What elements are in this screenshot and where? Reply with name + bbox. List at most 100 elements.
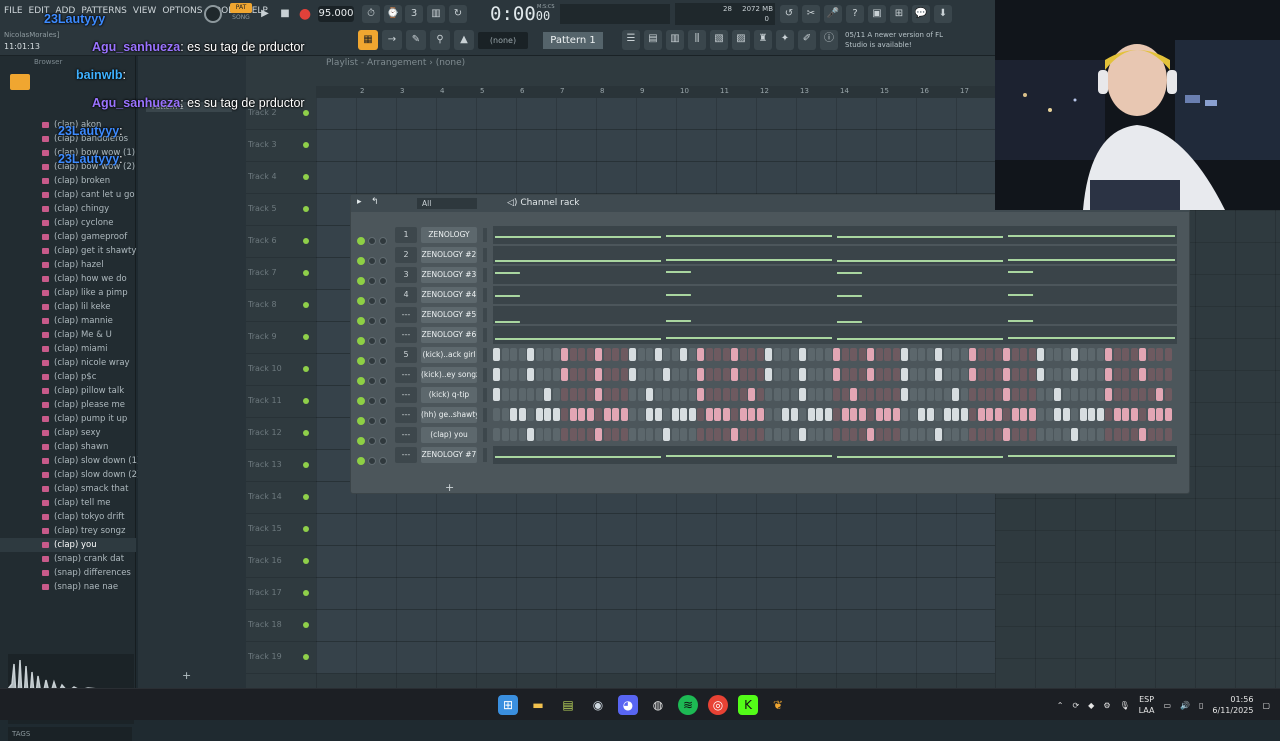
browser-item[interactable]: (clap) smack that (0, 482, 136, 496)
step-button[interactable] (994, 348, 1002, 361)
step-button[interactable] (1088, 388, 1095, 401)
tray-app-icon[interactable]: ◆ (1088, 701, 1094, 710)
step-button[interactable] (1105, 368, 1112, 381)
step-button[interactable] (935, 348, 942, 361)
track-lane[interactable] (316, 642, 995, 673)
channel-leds[interactable] (357, 370, 391, 385)
step-button[interactable] (1045, 408, 1053, 421)
step-button[interactable] (731, 388, 738, 401)
step-button[interactable] (1020, 368, 1027, 381)
step-button[interactable] (1020, 428, 1027, 441)
step-button[interactable] (552, 348, 560, 361)
step-button[interactable] (552, 368, 560, 381)
step-button[interactable] (765, 348, 772, 361)
step-button[interactable] (799, 348, 806, 361)
step-button[interactable] (850, 428, 857, 441)
step-button[interactable] (1011, 348, 1019, 361)
channel-row[interactable]: 5 (kick)..ack girl (357, 346, 1187, 365)
channel-leds[interactable] (357, 430, 391, 445)
step-button[interactable] (850, 368, 857, 381)
step-button[interactable] (799, 388, 806, 401)
step-button[interactable] (1139, 348, 1146, 361)
track-name[interactable]: Track 19 (248, 652, 308, 661)
step-button[interactable] (629, 388, 636, 401)
channel-mute-led[interactable] (357, 237, 365, 245)
browser-item[interactable]: (snap) differences (0, 566, 136, 580)
step-button[interactable] (765, 428, 772, 441)
step-button[interactable] (1147, 408, 1155, 421)
step-button[interactable] (892, 428, 900, 441)
step-button[interactable] (544, 388, 551, 401)
help-icon[interactable]: ? (846, 5, 864, 23)
step-button[interactable] (901, 408, 908, 421)
track-mute-led[interactable] (303, 462, 309, 468)
piano-roll-preview[interactable] (493, 326, 1177, 344)
channel-name-button[interactable]: (kick) q-tip (421, 387, 477, 403)
step-button[interactable] (671, 428, 679, 441)
step-button[interactable] (1037, 388, 1044, 401)
step-button[interactable] (629, 348, 636, 361)
step-button[interactable] (620, 408, 628, 421)
step-button[interactable] (1164, 388, 1172, 401)
step-button[interactable] (501, 348, 509, 361)
tempo-display[interactable]: 95.000 (318, 6, 354, 22)
step-button[interactable] (535, 408, 543, 421)
channel-select[interactable] (483, 428, 487, 442)
channel-volume-knob[interactable] (379, 457, 387, 465)
step-button[interactable] (697, 348, 704, 361)
channel-name-button[interactable]: ZENOLOGY (421, 227, 477, 243)
browser-item[interactable]: (clap) lil keke (0, 300, 136, 314)
step-button[interactable] (969, 388, 976, 401)
step-button[interactable] (1028, 428, 1036, 441)
step-button[interactable] (1037, 408, 1044, 421)
step-button[interactable] (1037, 368, 1044, 381)
step-button[interactable] (637, 348, 645, 361)
browser-item[interactable]: (clap) chingy (0, 202, 136, 216)
step-button[interactable] (722, 428, 730, 441)
step-button[interactable] (1079, 408, 1087, 421)
step-button[interactable] (960, 368, 968, 381)
step-button[interactable] (569, 428, 577, 441)
track-mute-led[interactable] (303, 110, 309, 116)
channel-filter[interactable]: All (417, 198, 477, 209)
step-button[interactable] (1079, 348, 1087, 361)
step-button[interactable] (858, 428, 866, 441)
step-button[interactable] (595, 428, 602, 441)
chat-icon[interactable]: 💬 (912, 5, 930, 23)
channel-pan-knob[interactable] (368, 337, 376, 345)
step-button[interactable] (833, 388, 840, 401)
channel-pan-knob[interactable] (368, 377, 376, 385)
step-button[interactable] (969, 428, 976, 441)
language-indicator[interactable]: ESP LAA (1139, 694, 1155, 716)
step-button[interactable] (646, 408, 653, 421)
channel-pan-knob[interactable] (368, 437, 376, 445)
step-button[interactable] (994, 428, 1002, 441)
step-button[interactable] (561, 428, 568, 441)
step-button[interactable] (671, 388, 679, 401)
channel-pan-knob[interactable] (368, 297, 376, 305)
track-mute-led[interactable] (303, 622, 309, 628)
step-button[interactable] (782, 368, 789, 381)
step-button[interactable] (952, 428, 959, 441)
step-button[interactable] (867, 408, 874, 421)
track-mute-led[interactable] (303, 334, 309, 340)
channel-leds[interactable] (357, 410, 391, 425)
step-button[interactable] (578, 408, 585, 421)
browser-item[interactable]: (clap) please me (0, 398, 136, 412)
step-button[interactable] (629, 428, 636, 441)
channel-leds[interactable] (357, 250, 391, 265)
step-button[interactable] (1088, 368, 1095, 381)
step-button[interactable] (603, 348, 611, 361)
step-button[interactable] (816, 348, 823, 361)
step-button[interactable] (586, 428, 594, 441)
step-button[interactable] (943, 428, 951, 441)
tray-chevron-icon[interactable]: ⌃ (1057, 701, 1064, 710)
step-button[interactable] (748, 348, 755, 361)
step-button[interactable] (926, 428, 934, 441)
step-button[interactable] (765, 408, 772, 421)
channel-volume-knob[interactable] (379, 317, 387, 325)
step-button[interactable] (909, 348, 917, 361)
snap-select[interactable]: (none) (478, 32, 528, 49)
start-icon[interactable]: ⊞ (498, 695, 518, 715)
channel-name-button[interactable]: (clap) you (421, 427, 477, 443)
